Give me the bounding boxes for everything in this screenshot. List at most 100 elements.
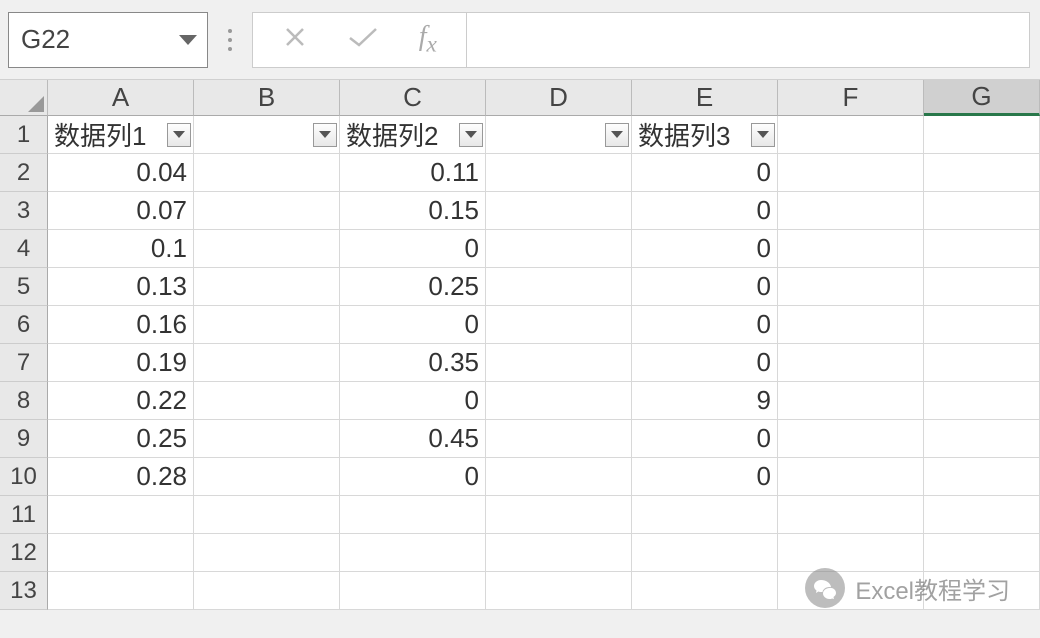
column-header-D[interactable]: D [486, 80, 632, 116]
column-header-E[interactable]: E [632, 80, 778, 116]
name-box-dropdown-icon[interactable] [179, 35, 197, 45]
cell-C6[interactable]: 0 [340, 306, 486, 344]
cell-F8[interactable] [778, 382, 924, 420]
cell-D13[interactable] [486, 572, 632, 610]
cell-B1[interactable] [194, 116, 340, 154]
cell-G7[interactable] [924, 344, 1040, 382]
cell-B4[interactable] [194, 230, 340, 268]
cell-G1[interactable] [924, 116, 1040, 154]
cell-B2[interactable] [194, 154, 340, 192]
cell-B9[interactable] [194, 420, 340, 458]
cell-F6[interactable] [778, 306, 924, 344]
cell-C8[interactable]: 0 [340, 382, 486, 420]
row-header-4[interactable]: 4 [0, 230, 48, 268]
cell-E5[interactable]: 0 [632, 268, 778, 306]
row-header-13[interactable]: 13 [0, 572, 48, 610]
cell-D9[interactable] [486, 420, 632, 458]
cell-D1[interactable] [486, 116, 632, 154]
column-header-B[interactable]: B [194, 80, 340, 116]
cell-C1[interactable]: 数据列2 [340, 116, 486, 154]
row-header-11[interactable]: 11 [0, 496, 48, 534]
cell-D6[interactable] [486, 306, 632, 344]
name-box[interactable]: G22 [8, 12, 208, 68]
cell-G3[interactable] [924, 192, 1040, 230]
cell-C3[interactable]: 0.15 [340, 192, 486, 230]
confirm-check-icon[interactable] [346, 24, 380, 55]
cell-A12[interactable] [48, 534, 194, 572]
cell-D7[interactable] [486, 344, 632, 382]
row-header-10[interactable]: 10 [0, 458, 48, 496]
cell-E13[interactable] [632, 572, 778, 610]
cell-F2[interactable] [778, 154, 924, 192]
cell-D5[interactable] [486, 268, 632, 306]
column-header-G[interactable]: G [924, 80, 1040, 116]
cell-A2[interactable]: 0.04 [48, 154, 194, 192]
cell-C9[interactable]: 0.45 [340, 420, 486, 458]
cell-D8[interactable] [486, 382, 632, 420]
cell-F5[interactable] [778, 268, 924, 306]
filter-dropdown-icon[interactable] [751, 123, 775, 147]
cell-F10[interactable] [778, 458, 924, 496]
row-header-3[interactable]: 3 [0, 192, 48, 230]
filter-dropdown-icon[interactable] [459, 123, 483, 147]
cell-E1[interactable]: 数据列3 [632, 116, 778, 154]
row-header-12[interactable]: 12 [0, 534, 48, 572]
cell-D4[interactable] [486, 230, 632, 268]
cell-B10[interactable] [194, 458, 340, 496]
cell-A10[interactable]: 0.28 [48, 458, 194, 496]
cell-A3[interactable]: 0.07 [48, 192, 194, 230]
cell-A11[interactable] [48, 496, 194, 534]
cell-D11[interactable] [486, 496, 632, 534]
cell-B7[interactable] [194, 344, 340, 382]
select-all-corner[interactable] [0, 80, 48, 116]
cell-F4[interactable] [778, 230, 924, 268]
cell-A1[interactable]: 数据列1 [48, 116, 194, 154]
cell-D2[interactable] [486, 154, 632, 192]
row-header-7[interactable]: 7 [0, 344, 48, 382]
cell-G12[interactable] [924, 534, 1040, 572]
cell-F7[interactable] [778, 344, 924, 382]
cell-B5[interactable] [194, 268, 340, 306]
row-header-9[interactable]: 9 [0, 420, 48, 458]
filter-dropdown-icon[interactable] [313, 123, 337, 147]
cell-B12[interactable] [194, 534, 340, 572]
cell-E2[interactable]: 0 [632, 154, 778, 192]
cell-G6[interactable] [924, 306, 1040, 344]
cell-C13[interactable] [340, 572, 486, 610]
cell-E10[interactable]: 0 [632, 458, 778, 496]
cell-G10[interactable] [924, 458, 1040, 496]
cell-E6[interactable]: 0 [632, 306, 778, 344]
cell-E12[interactable] [632, 534, 778, 572]
cell-E9[interactable]: 0 [632, 420, 778, 458]
cell-G4[interactable] [924, 230, 1040, 268]
cell-C4[interactable]: 0 [340, 230, 486, 268]
cell-A9[interactable]: 0.25 [48, 420, 194, 458]
cell-C2[interactable]: 0.11 [340, 154, 486, 192]
cell-F12[interactable] [778, 534, 924, 572]
cell-E3[interactable]: 0 [632, 192, 778, 230]
formula-input[interactable] [467, 12, 1030, 68]
cell-C11[interactable] [340, 496, 486, 534]
cell-A8[interactable]: 0.22 [48, 382, 194, 420]
cell-C7[interactable]: 0.35 [340, 344, 486, 382]
cell-A13[interactable] [48, 572, 194, 610]
column-header-C[interactable]: C [340, 80, 486, 116]
filter-dropdown-icon[interactable] [167, 123, 191, 147]
cell-E8[interactable]: 9 [632, 382, 778, 420]
cell-B6[interactable] [194, 306, 340, 344]
cell-C10[interactable]: 0 [340, 458, 486, 496]
cell-B11[interactable] [194, 496, 340, 534]
cell-G2[interactable] [924, 154, 1040, 192]
cell-E7[interactable]: 0 [632, 344, 778, 382]
cell-G11[interactable] [924, 496, 1040, 534]
row-header-2[interactable]: 2 [0, 154, 48, 192]
row-header-5[interactable]: 5 [0, 268, 48, 306]
cell-B3[interactable] [194, 192, 340, 230]
cell-E4[interactable]: 0 [632, 230, 778, 268]
cell-A5[interactable]: 0.13 [48, 268, 194, 306]
cell-D3[interactable] [486, 192, 632, 230]
cancel-icon[interactable] [282, 24, 308, 55]
cell-C5[interactable]: 0.25 [340, 268, 486, 306]
cell-A6[interactable]: 0.16 [48, 306, 194, 344]
cell-G8[interactable] [924, 382, 1040, 420]
